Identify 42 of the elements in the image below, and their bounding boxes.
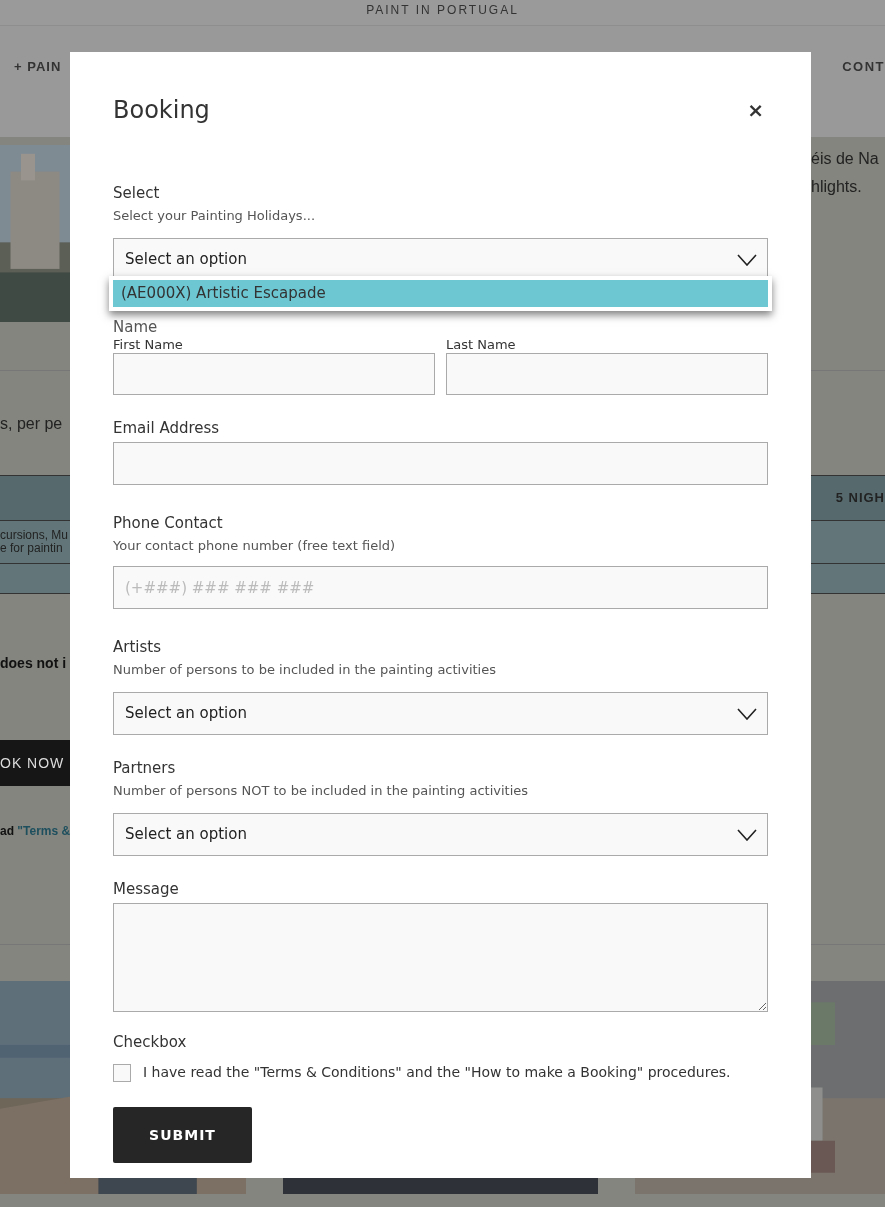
table-cell-text: e for paintin bbox=[0, 542, 63, 555]
chevron-down-icon bbox=[737, 707, 757, 720]
field-label: Message bbox=[113, 880, 180, 898]
note-text: does not i bbox=[0, 655, 67, 671]
intro-text: hlights. bbox=[811, 177, 863, 197]
book-now-button[interactable]: OK NOW bbox=[0, 740, 70, 786]
select-field[interactable]: Select an option bbox=[113, 813, 768, 856]
help-text: Number of persons to be included in the painting activities bbox=[113, 662, 497, 678]
terms-note: ad "Terms & bbox=[0, 824, 71, 838]
close-button[interactable]: × bbox=[747, 100, 764, 120]
price-text: s, per pe bbox=[0, 415, 63, 432]
submit-button[interactable]: SUBMIT bbox=[113, 1107, 252, 1163]
chevron-down-icon bbox=[737, 828, 757, 841]
chevron-down-icon bbox=[737, 253, 757, 266]
nav-link[interactable]: + PAIN bbox=[14, 57, 62, 77]
help-text: Select your Painting Holidays... bbox=[113, 208, 317, 224]
input-field[interactable] bbox=[446, 353, 768, 395]
modal-title: Booking bbox=[113, 95, 210, 126]
field-label: Name bbox=[113, 319, 159, 335]
sub-label: First Name bbox=[113, 337, 184, 352]
field-label: Partners bbox=[113, 759, 177, 777]
nav-link[interactable]: CONT bbox=[842, 57, 885, 77]
help-text: Your contact phone number (free text field) bbox=[113, 538, 397, 554]
checkbox[interactable] bbox=[113, 1063, 131, 1082]
select-field[interactable]: Select an option bbox=[113, 692, 768, 735]
field-label: Checkbox bbox=[113, 1033, 188, 1051]
dropdown-option[interactable]: (AE000X) Artistic Escapade bbox=[113, 280, 768, 307]
site-title[interactable]: PAINT IN PORTUGAL bbox=[366, 0, 519, 25]
input-field[interactable] bbox=[113, 353, 435, 395]
help-text: Number of persons NOT to be included in the painting activities bbox=[113, 783, 530, 799]
field-label: Email Address bbox=[113, 419, 221, 437]
table-cell-text: cursions, Mu bbox=[0, 529, 69, 542]
table-header: 5 NIGH bbox=[835, 489, 885, 508]
field-label: Select bbox=[113, 184, 161, 202]
message-field[interactable] bbox=[113, 903, 768, 1012]
input-field[interactable]: (+###) ### ### ### bbox=[113, 566, 768, 609]
field-label: Phone Contact bbox=[113, 514, 224, 532]
intro-text: éis de Na bbox=[811, 149, 880, 169]
sub-label: Last Name bbox=[446, 337, 517, 352]
input-field[interactable] bbox=[113, 442, 768, 485]
checkbox-label: I have read the "Terms & Conditions" and the "How to make a Booking" procedures. bbox=[143, 1063, 731, 1082]
field-label: Artists bbox=[113, 638, 162, 656]
